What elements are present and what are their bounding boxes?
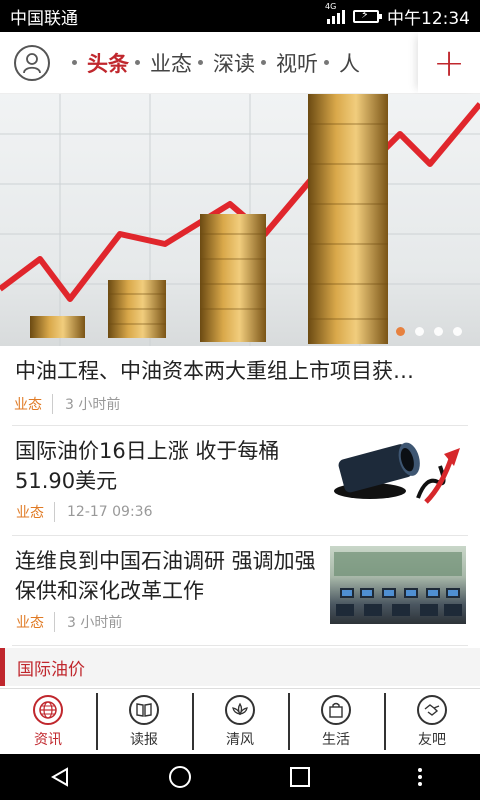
list-item[interactable]: 中油工程、中油资本两大重组上市项目获… 业态 3 小时前 xyxy=(12,346,468,426)
clock: 中午12:34 xyxy=(387,8,470,29)
add-channel-button[interactable]: + xyxy=(418,32,480,93)
plus-icon: + xyxy=(433,40,465,85)
menu-button[interactable] xyxy=(390,754,450,800)
tab-label: 资讯 xyxy=(34,731,62,748)
home-icon xyxy=(169,766,191,788)
channel-tabs: 头条 业态 深读 视听 人 xyxy=(72,32,418,93)
timestamp: 3 小时前 xyxy=(65,397,121,413)
tab-business[interactable]: 业态 xyxy=(135,48,192,78)
tab-label: 生活 xyxy=(322,731,350,748)
carousel-indicator xyxy=(396,327,462,336)
recents-button[interactable] xyxy=(270,754,330,800)
news-title: 国际油价16日上涨 收于每桶51.90美元 xyxy=(15,439,280,493)
handshake-icon xyxy=(417,694,447,725)
category-label: 业态 xyxy=(14,394,53,414)
home-button[interactable] xyxy=(150,754,210,800)
tab-life[interactable]: 生活 xyxy=(288,689,384,754)
category-label: 业态 xyxy=(16,612,55,632)
news-title: 中油工程、中油资本两大重组上市项目获… xyxy=(15,359,414,383)
battery-icon: ⚡ xyxy=(353,8,382,23)
carrier-name: 中国联通 xyxy=(10,8,78,29)
tab-label: 读报 xyxy=(130,731,158,748)
top-nav: 头条 业态 深读 视听 人 + xyxy=(0,32,480,94)
news-list: 中油工程、中油资本两大重组上市项目获… 业态 3 小时前 国际油价16日上涨 收… xyxy=(0,346,480,646)
user-avatar-button[interactable] xyxy=(14,44,50,81)
tab-headlines[interactable]: 头条 xyxy=(72,48,129,78)
tab-label: 友吧 xyxy=(418,731,446,748)
list-item[interactable]: 国际油价16日上涨 收于每桶51.90美元 业态 12-17 09:36 xyxy=(12,426,468,536)
signal-icon: 4G xyxy=(325,2,345,24)
section-header[interactable]: 国际油价 xyxy=(0,648,480,686)
status-bar: 中国联通 4G ⚡ 中午12:34 xyxy=(0,0,480,32)
tab-deep-read[interactable]: 深读 xyxy=(198,48,255,78)
section-accent-bar xyxy=(0,648,5,686)
section-title: 国际油价 xyxy=(17,659,85,680)
tab-people[interactable]: 人 xyxy=(324,48,360,78)
news-title: 连维良到中国石油调研 强调加强保供和深化改革工作 xyxy=(15,549,316,603)
tab-label: 清风 xyxy=(226,731,254,748)
tab-audio-video[interactable]: 视听 xyxy=(261,48,318,78)
oil-barrel-thumbnail xyxy=(330,436,466,514)
coins-rising-chart-image xyxy=(0,94,480,346)
back-icon xyxy=(50,767,68,787)
bag-icon xyxy=(321,694,351,725)
category-label: 业态 xyxy=(16,502,55,522)
timestamp: 12-17 09:36 xyxy=(67,504,153,520)
bottom-tab-bar: 资讯 读报 清风 生活 友吧 xyxy=(0,688,480,754)
system-nav-bar xyxy=(0,754,480,800)
book-icon xyxy=(129,694,159,725)
back-button[interactable] xyxy=(30,754,90,800)
tab-clean-wind[interactable]: 清风 xyxy=(192,689,288,754)
lotus-icon xyxy=(225,694,255,725)
tab-news[interactable]: 资讯 xyxy=(0,689,96,754)
more-vert-icon xyxy=(418,768,422,786)
timestamp: 3 小时前 xyxy=(67,615,123,631)
banner-carousel[interactable] xyxy=(0,94,480,346)
control-room-thumbnail xyxy=(330,546,466,624)
globe-icon xyxy=(33,694,63,725)
tab-read-paper[interactable]: 读报 xyxy=(96,689,192,754)
recents-icon xyxy=(290,767,310,787)
user-icon xyxy=(23,52,41,73)
list-item[interactable]: 连维良到中国石油调研 强调加强保供和深化改革工作 业态 3 小时前 xyxy=(12,536,468,646)
tab-friends[interactable]: 友吧 xyxy=(384,689,480,754)
